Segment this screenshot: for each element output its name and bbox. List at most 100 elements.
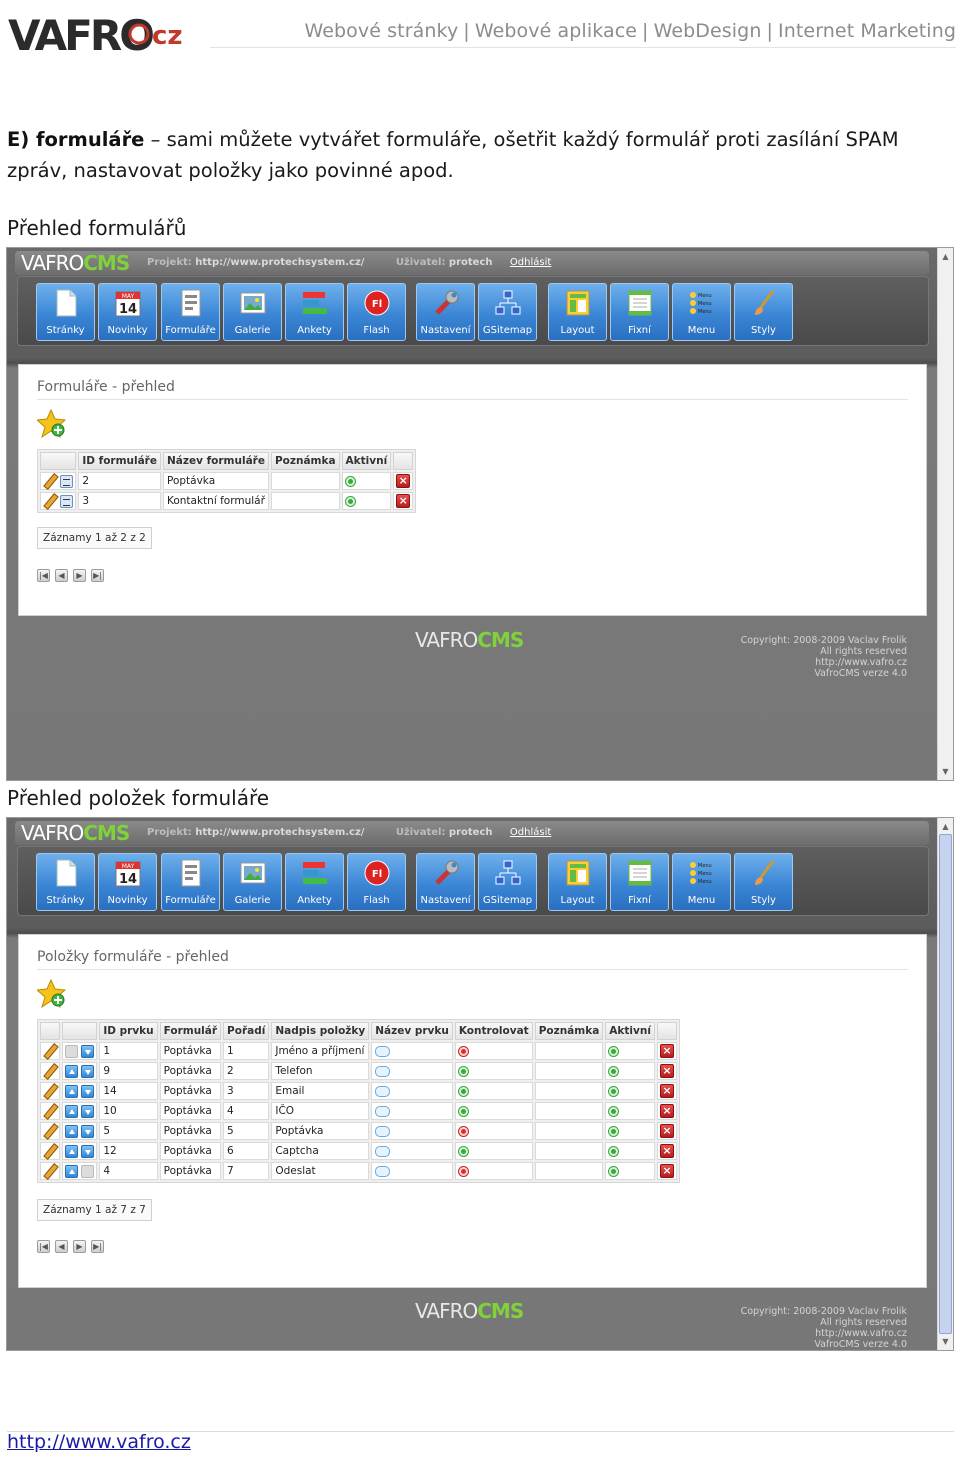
add-form-star-icon[interactable] xyxy=(35,408,67,439)
move-up-icon[interactable] xyxy=(65,1104,78,1118)
nav-item-internet-marketing[interactable]: Internet Marketing xyxy=(778,20,956,42)
edit-pencil-icon[interactable] xyxy=(43,1164,57,1178)
validate-on-icon[interactable] xyxy=(458,1146,468,1156)
edit-pencil-icon[interactable] xyxy=(43,1144,57,1158)
move-up-icon[interactable] xyxy=(65,1144,78,1158)
delete-icon[interactable]: × xyxy=(659,1164,674,1178)
delete-icon[interactable]: × xyxy=(659,1124,674,1138)
first-page-button[interactable]: |◀ xyxy=(37,1240,50,1253)
column-header-form[interactable]: Formulář xyxy=(159,1022,222,1040)
toolbar-button-stránky[interactable]: Stránky xyxy=(36,853,95,911)
comment-icon[interactable] xyxy=(375,1045,391,1057)
column-header-element-name[interactable]: Název prvku xyxy=(371,1022,453,1040)
column-header-validate[interactable]: Kontrolovat xyxy=(454,1022,533,1040)
validate-on-icon[interactable] xyxy=(458,1106,468,1116)
move-down-icon[interactable] xyxy=(81,1144,95,1158)
toolbar-button-fixní[interactable]: Fixní xyxy=(610,283,669,341)
toolbar-button-fixní[interactable]: Fixní xyxy=(610,853,669,911)
scroll-up-arrow-icon[interactable]: ▲ xyxy=(940,821,951,832)
scroll-down-arrow-icon[interactable]: ▼ xyxy=(940,766,951,777)
footer-website-link[interactable]: http://www.vafro.cz xyxy=(7,1431,191,1453)
column-header-active[interactable]: Aktivní xyxy=(605,1022,655,1040)
validate-off-icon[interactable] xyxy=(458,1126,468,1136)
edit-pencil-icon[interactable] xyxy=(43,474,57,488)
delete-icon[interactable]: × xyxy=(396,474,411,488)
column-header-note[interactable]: Poznámka xyxy=(534,1022,604,1040)
items-list-icon[interactable] xyxy=(60,494,74,508)
edit-pencil-icon[interactable] xyxy=(43,1044,57,1058)
active-green-icon[interactable] xyxy=(609,1066,619,1076)
active-green-icon[interactable] xyxy=(609,1086,619,1096)
toolbar-button-novinky[interactable]: MAY 14 Novinky xyxy=(98,853,157,911)
delete-icon[interactable]: × xyxy=(659,1064,674,1078)
toolbar-button-layout[interactable]: Layout xyxy=(548,853,607,911)
delete-icon[interactable]: × xyxy=(659,1144,674,1158)
nav-item-web-apps[interactable]: Webové aplikace xyxy=(475,20,637,42)
scroll-down-arrow-icon[interactable]: ▼ xyxy=(940,1336,951,1347)
delete-icon[interactable]: × xyxy=(659,1104,674,1118)
toolbar-button-ankety[interactable]: Ankety xyxy=(285,283,344,341)
column-header-heading[interactable]: Nadpis položky xyxy=(271,1022,370,1040)
logout-link[interactable]: Odhlásit xyxy=(510,257,551,268)
column-header-note[interactable]: Poznámka xyxy=(270,452,340,470)
prev-page-button[interactable]: ◀ xyxy=(55,1240,68,1253)
edit-pencil-icon[interactable] xyxy=(43,1124,57,1138)
vafro-logo[interactable]: VAFRO cz xyxy=(6,6,198,62)
toolbar-button-novinky[interactable]: MAY 14 Novinky xyxy=(98,283,157,341)
comment-icon[interactable] xyxy=(375,1165,391,1177)
comment-icon[interactable] xyxy=(375,1065,391,1077)
toolbar-button-galerie[interactable]: Galerie xyxy=(223,853,282,911)
next-page-button[interactable]: ▶ xyxy=(73,569,86,582)
comment-icon[interactable] xyxy=(375,1125,391,1137)
edit-pencil-icon[interactable] xyxy=(43,494,57,508)
column-header-id[interactable]: ID prvku xyxy=(99,1022,158,1040)
toolbar-button-stránky[interactable]: Stránky xyxy=(36,283,95,341)
edit-pencil-icon[interactable] xyxy=(43,1084,57,1098)
add-item-star-icon[interactable] xyxy=(35,978,67,1009)
move-down-icon[interactable] xyxy=(81,1104,95,1118)
next-page-button[interactable]: ▶ xyxy=(73,1240,86,1253)
move-up-icon[interactable] xyxy=(65,1044,78,1058)
toolbar-button-styly[interactable]: Styly xyxy=(734,283,793,341)
validate-on-icon[interactable] xyxy=(458,1066,468,1076)
toolbar-button-menu[interactable]: Menu Menu Menu Menu xyxy=(672,283,731,341)
logout-link[interactable]: Odhlásit xyxy=(510,827,551,838)
column-header-name[interactable]: Název formuláře xyxy=(162,452,269,470)
scroll-up-arrow-icon[interactable]: ▲ xyxy=(940,251,951,262)
validate-off-icon[interactable] xyxy=(458,1046,468,1056)
active-green-icon[interactable] xyxy=(609,1106,619,1116)
column-header-id[interactable]: ID formuláře xyxy=(78,452,161,470)
comment-icon[interactable] xyxy=(375,1105,391,1117)
column-header-order[interactable]: Pořadí xyxy=(223,1022,270,1040)
toolbar-button-flash[interactable]: Fl Flash xyxy=(347,283,406,341)
move-down-icon[interactable] xyxy=(81,1044,95,1058)
toolbar-button-layout[interactable]: Layout xyxy=(548,283,607,341)
vertical-scrollbar[interactable]: ▲ ▼ xyxy=(937,248,953,780)
nav-item-webdesign[interactable]: WebDesign xyxy=(654,20,762,42)
comment-icon[interactable] xyxy=(375,1085,391,1097)
toolbar-button-ankety[interactable]: Ankety xyxy=(285,853,344,911)
toolbar-button-nastavení[interactable]: Nastavení xyxy=(416,853,475,911)
toolbar-button-gsitemap[interactable]: GSitemap xyxy=(478,853,537,911)
nav-item-web-pages[interactable]: Webové stránky xyxy=(304,20,458,42)
delete-icon[interactable]: × xyxy=(659,1044,674,1058)
move-down-icon[interactable] xyxy=(81,1164,95,1178)
move-down-icon[interactable] xyxy=(81,1064,95,1078)
validate-on-icon[interactable] xyxy=(458,1086,468,1096)
validate-off-icon[interactable] xyxy=(458,1166,468,1176)
first-page-button[interactable]: |◀ xyxy=(37,569,50,582)
toolbar-button-gsitemap[interactable]: GSitemap xyxy=(478,283,537,341)
toolbar-button-menu[interactable]: Menu Menu Menu Menu xyxy=(672,853,731,911)
delete-icon[interactable]: × xyxy=(396,494,411,508)
comment-icon[interactable] xyxy=(375,1145,391,1157)
move-down-icon[interactable] xyxy=(81,1124,95,1138)
edit-pencil-icon[interactable] xyxy=(43,1064,57,1078)
active-green-icon[interactable] xyxy=(609,1146,619,1156)
vertical-scrollbar[interactable]: ▲ ▼ xyxy=(937,818,953,1350)
toolbar-button-formuláře[interactable]: Formuláře xyxy=(161,283,220,341)
active-green-icon[interactable] xyxy=(609,1126,619,1136)
move-up-icon[interactable] xyxy=(65,1084,78,1098)
last-page-button[interactable]: ▶| xyxy=(91,569,104,582)
move-up-icon[interactable] xyxy=(65,1124,78,1138)
active-green-icon[interactable] xyxy=(345,476,355,486)
